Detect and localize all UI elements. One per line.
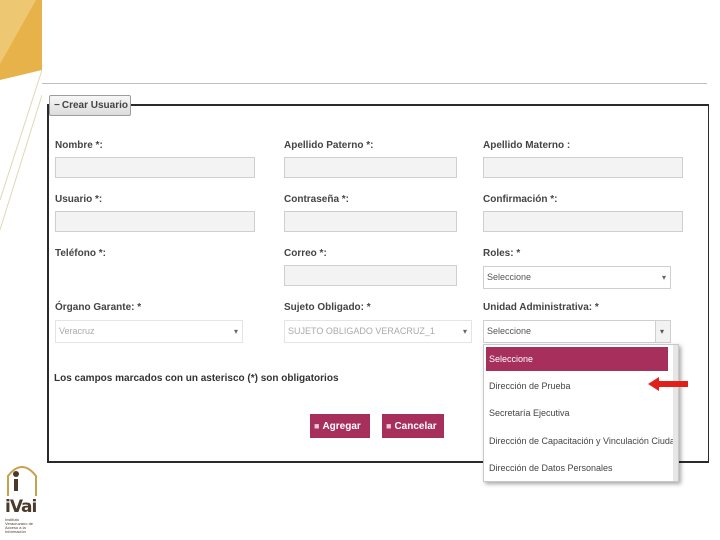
unidad-administrativa-dropdown: Seleccione Dirección de Prueba Secretarí…	[483, 344, 679, 482]
logo-text: iVai	[5, 497, 37, 517]
roles-label: Roles: *	[483, 248, 521, 259]
agregar-label: Agregar	[322, 421, 361, 432]
contrasena-input[interactable]	[284, 211, 457, 232]
cancelar-label: Cancelar	[394, 421, 437, 432]
apellido-materno-label: Apellido Materno :	[483, 140, 571, 151]
required-note: Los campos marcados con un asterisco (*)…	[54, 373, 339, 384]
dropdown-option[interactable]: Dirección de Datos Personales	[489, 463, 613, 473]
minus-icon: −	[54, 100, 60, 111]
nombre-input[interactable]	[55, 157, 255, 178]
caret-down-icon: ▾	[233, 327, 238, 336]
logo-tagline: Instituto Veracruzano de Acceso a la Inf…	[5, 517, 34, 534]
correo-input[interactable]	[284, 265, 457, 286]
sujeto-obligado-label: Sujeto Obligado: *	[284, 302, 371, 313]
organo-garante-value: Veracruz	[59, 326, 95, 336]
correo-label: Correo *:	[284, 248, 327, 259]
dropdown-scrollbar[interactable]	[673, 345, 678, 481]
apellido-paterno-label: Apellido Paterno *:	[284, 140, 374, 151]
cancelar-button[interactable]: ■ Cancelar	[382, 414, 444, 438]
organo-garante-label: Órgano Garante: *	[55, 302, 142, 313]
contrasena-label: Contraseña *:	[284, 194, 350, 205]
agregar-button[interactable]: ■ Agregar	[310, 414, 370, 438]
add-icon: ■	[314, 421, 320, 431]
telefono-label: Teléfono *:	[55, 248, 106, 259]
panel-legend-toggle[interactable]: − Crear Usuario	[49, 95, 131, 116]
caret-down-icon: ▾	[661, 273, 666, 282]
usuario-label: Usuario *:	[55, 194, 103, 205]
panel-legend-label: Crear Usuario	[61, 100, 128, 111]
cancel-icon: ■	[386, 421, 392, 431]
sujeto-obligado-value: SUJETO OBLIGADO VERACRUZ_1	[288, 326, 435, 336]
dropdown-option[interactable]: Seleccione	[486, 347, 668, 371]
usuario-input[interactable]	[55, 211, 255, 232]
apellido-paterno-input[interactable]	[284, 157, 457, 178]
caret-down-icon: ▾	[655, 321, 670, 342]
roles-select[interactable]: Seleccione ▾	[483, 266, 671, 289]
dropdown-option[interactable]: Secretaría Ejecutiva	[489, 408, 570, 418]
sujeto-obligado-select[interactable]: SUJETO OBLIGADO VERACRUZ_1 ▾	[284, 320, 472, 343]
dropdown-option[interactable]: Dirección de Capacitación y Vinculación …	[489, 436, 675, 446]
unidad-administrativa-select[interactable]: Seleccione ▾	[483, 320, 671, 343]
unidad-administrativa-value: Seleccione	[487, 326, 532, 336]
organo-garante-select[interactable]: Veracruz ▾	[55, 320, 243, 343]
header-divider	[42, 83, 707, 84]
confirmacion-input[interactable]	[483, 211, 683, 232]
roles-select-value: Seleccione	[487, 272, 532, 282]
caret-down-icon: ▾	[462, 327, 467, 336]
apellido-materno-input[interactable]	[483, 157, 683, 178]
confirmacion-label: Confirmación *:	[483, 194, 558, 205]
left-decoration	[0, 0, 42, 540]
nombre-label: Nombre *:	[55, 140, 103, 151]
unidad-administrativa-label: Unidad Administrativa: *	[483, 302, 599, 313]
annotation-arrow-icon	[648, 377, 688, 391]
dropdown-option[interactable]: Dirección de Prueba	[489, 381, 571, 391]
